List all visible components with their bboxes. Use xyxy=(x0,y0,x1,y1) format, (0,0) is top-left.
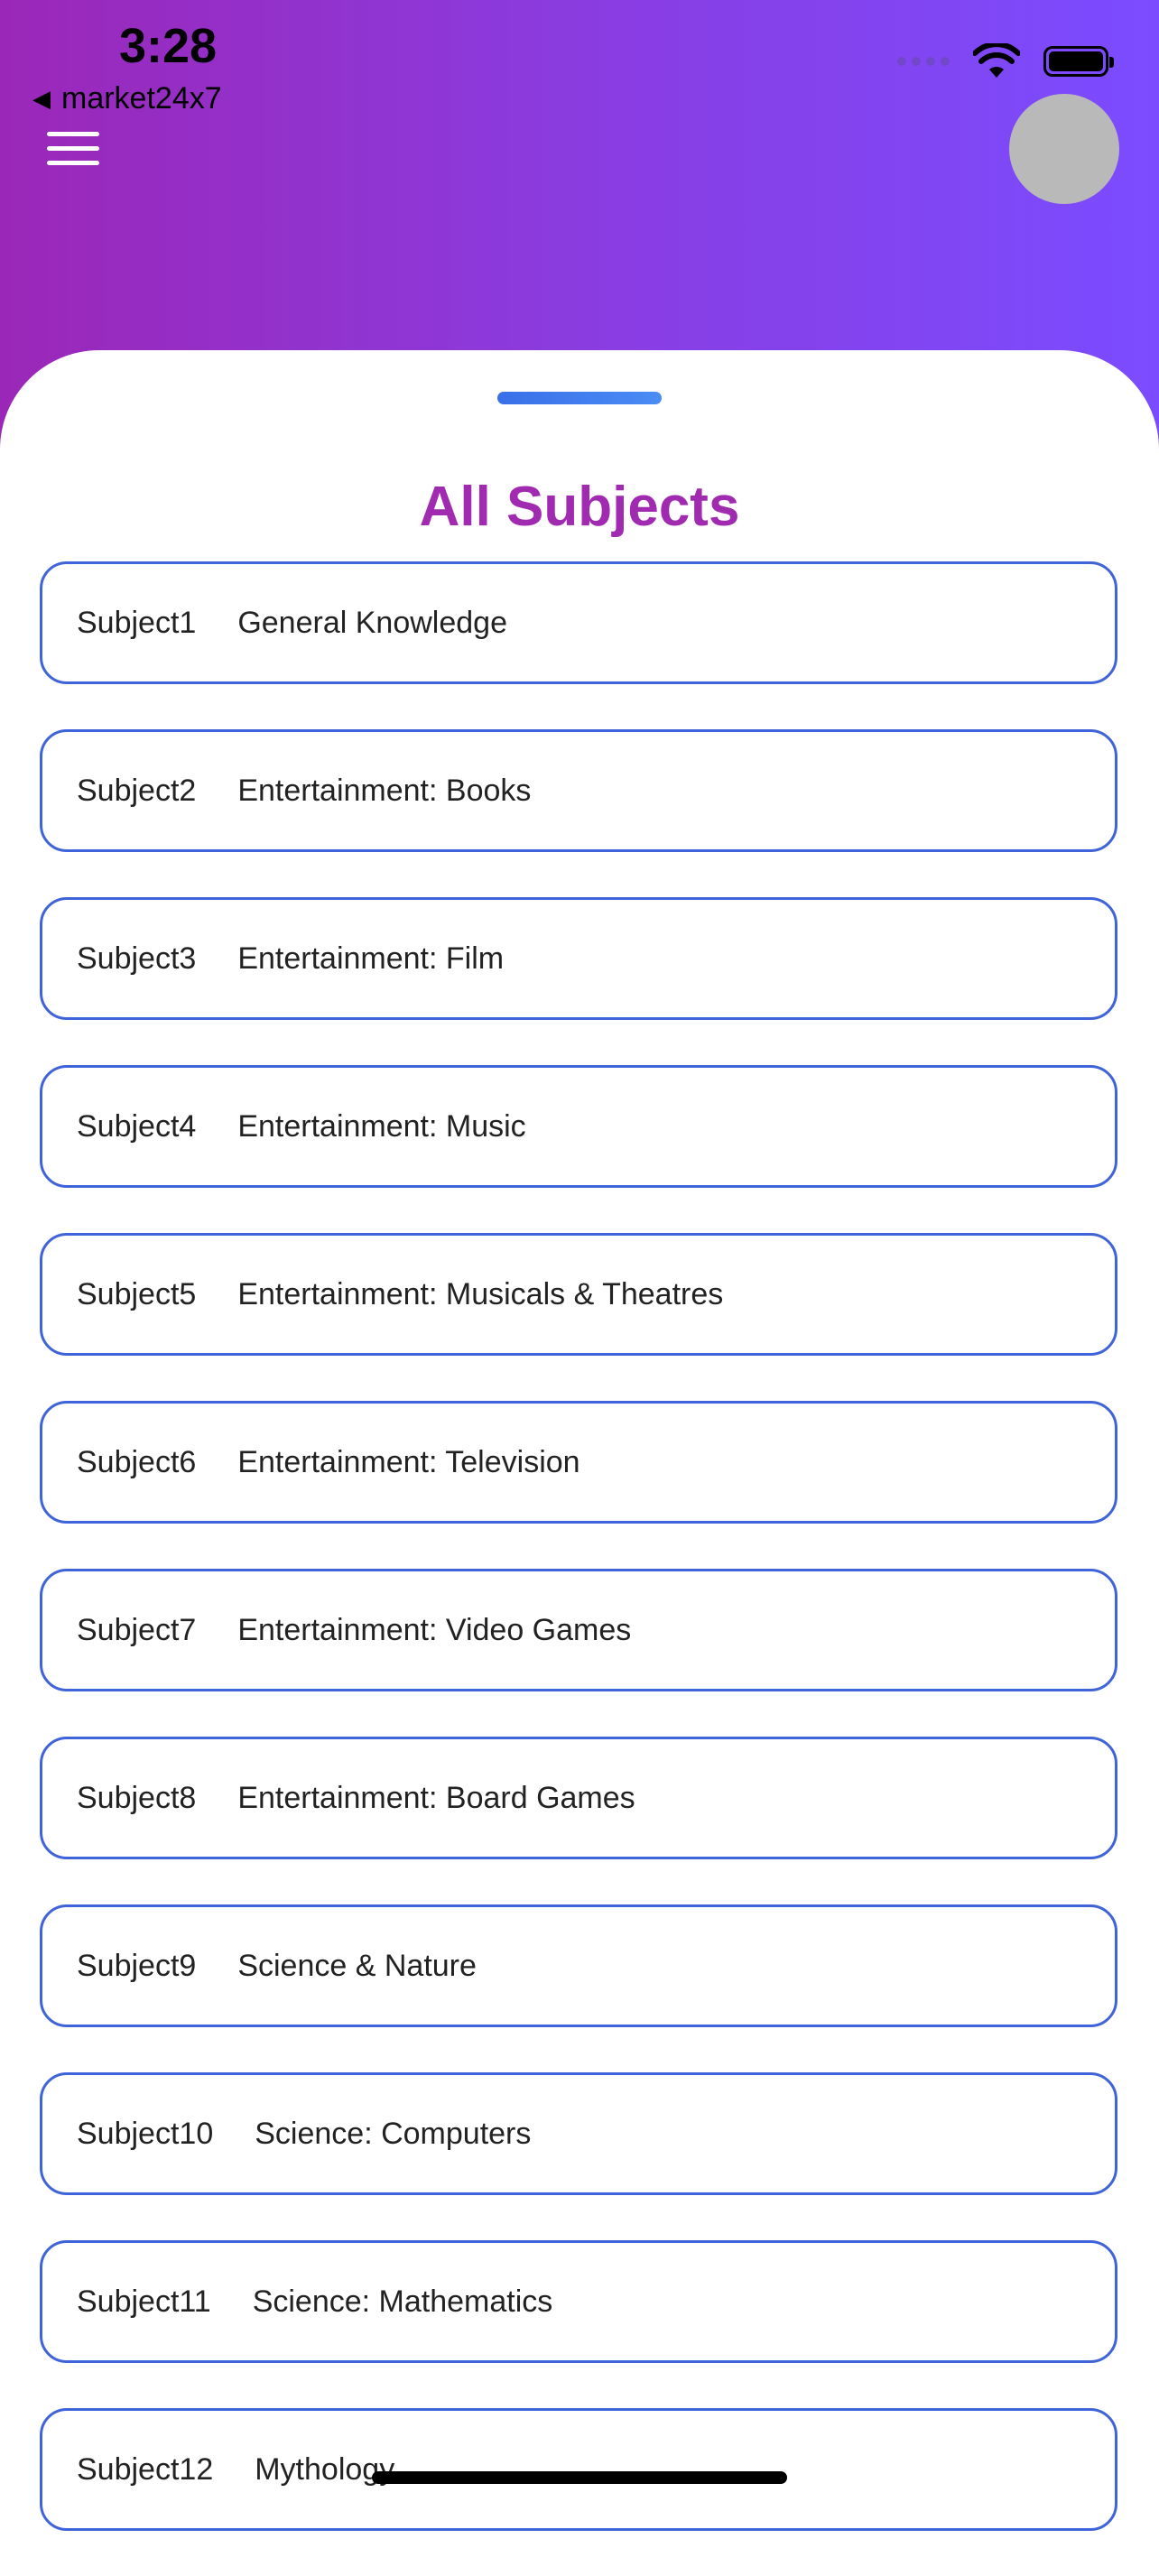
signal-dots-icon xyxy=(897,57,950,66)
back-app-label: market24x7 xyxy=(61,81,222,116)
subject-name: Entertainment: Musicals & Theatres xyxy=(237,1276,724,1311)
sheet-drag-handle[interactable] xyxy=(497,392,662,404)
page-title: All Subjects xyxy=(419,476,740,538)
subject-item-1[interactable]: Subject1 General Knowledge xyxy=(40,561,1117,684)
subject-item-5[interactable]: Subject5 Entertainment: Musicals & Theat… xyxy=(40,1233,1117,1356)
subject-name: Science & Nature xyxy=(237,1948,477,1983)
subject-id: Subject1 xyxy=(77,605,197,640)
subject-id: Subject2 xyxy=(77,773,197,808)
avatar[interactable] xyxy=(1009,94,1119,204)
subject-id: Subject8 xyxy=(77,1780,197,1815)
subject-item-3[interactable]: Subject3 Entertainment: Film xyxy=(40,897,1117,1020)
subject-id: Subject11 xyxy=(77,2284,211,2319)
back-triangle-icon: ◀ xyxy=(32,85,51,112)
subject-item-7[interactable]: Subject7 Entertainment: Video Games xyxy=(40,1569,1117,1691)
subject-id: Subject10 xyxy=(77,2116,214,2151)
subject-id: Subject3 xyxy=(77,941,197,976)
status-time: 3:28 xyxy=(119,19,218,73)
subject-name: General Knowledge xyxy=(237,605,507,640)
subject-id: Subject6 xyxy=(77,1444,197,1479)
subject-name: Science: Mathematics xyxy=(252,2284,553,2319)
subject-id: Subject12 xyxy=(77,2451,214,2487)
subject-id: Subject9 xyxy=(77,1948,197,1983)
hamburger-menu-icon[interactable] xyxy=(47,132,99,166)
subject-id: Subject5 xyxy=(77,1276,197,1311)
wifi-icon xyxy=(973,43,1020,78)
subject-name: Entertainment: Television xyxy=(237,1444,580,1479)
subject-name: Entertainment: Books xyxy=(237,773,532,808)
subject-item-12[interactable]: Subject12 Mythology xyxy=(40,2408,1117,2531)
subject-name: Entertainment: Music xyxy=(237,1108,526,1144)
subject-item-2[interactable]: Subject2 Entertainment: Books xyxy=(40,729,1117,852)
subject-name: Entertainment: Video Games xyxy=(237,1612,632,1647)
subject-id: Subject7 xyxy=(77,1612,197,1647)
battery-icon xyxy=(1043,46,1114,77)
subject-item-6[interactable]: Subject6 Entertainment: Television xyxy=(40,1401,1117,1524)
subjects-sheet: All Subjects Subject1 General Knowledge … xyxy=(0,350,1159,2531)
status-indicators xyxy=(897,43,1114,79)
subject-name: Science: Computers xyxy=(255,2116,532,2151)
home-indicator[interactable] xyxy=(372,2471,787,2484)
subject-item-4[interactable]: Subject4 Entertainment: Music xyxy=(40,1065,1117,1188)
subject-list: Subject1 General Knowledge Subject2 Ente… xyxy=(40,561,1117,2576)
subject-item-11[interactable]: Subject11 Science: Mathematics xyxy=(40,2240,1117,2363)
subject-item-10[interactable]: Subject10 Science: Computers xyxy=(40,2072,1117,2195)
subject-item-8[interactable]: Subject8 Entertainment: Board Games xyxy=(40,1737,1117,1859)
back-to-app-link[interactable]: ◀ market24x7 xyxy=(32,81,222,116)
subject-name: Entertainment: Board Games xyxy=(237,1780,635,1815)
subject-item-9[interactable]: Subject9 Science & Nature xyxy=(40,1904,1117,2027)
subject-id: Subject4 xyxy=(77,1108,197,1144)
subject-name: Entertainment: Film xyxy=(237,941,505,976)
